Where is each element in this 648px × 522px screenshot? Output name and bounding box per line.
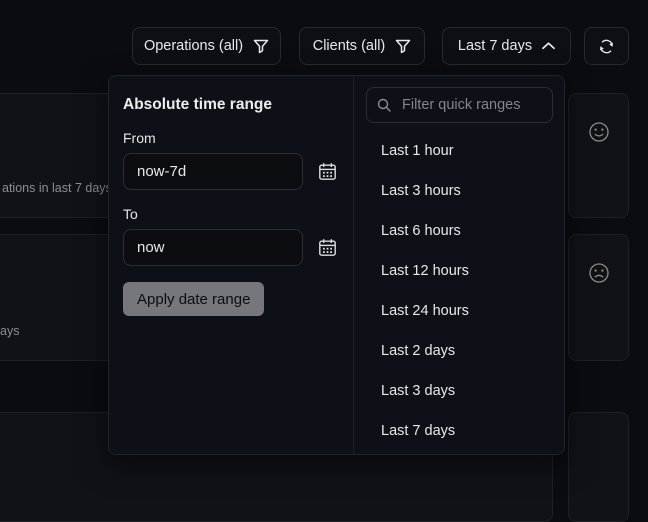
from-label: From: [123, 130, 339, 146]
to-label: To: [123, 206, 339, 222]
time-range-label: Last 7 days: [458, 38, 532, 54]
time-range-picker-button[interactable]: Last 7 days: [442, 27, 571, 65]
operations-filter-label: Operations (all): [144, 38, 243, 54]
clients-filter-label: Clients (all): [313, 38, 386, 54]
quick-range-option-last-1-hour[interactable]: Last 1 hour: [354, 131, 564, 171]
calendar-icon: [318, 169, 337, 184]
filter-funnel-icon: [395, 39, 411, 54]
refresh-icon: [598, 38, 615, 55]
quick-range-option-last-6-hours[interactable]: Last 6 hours: [354, 211, 564, 251]
stats-card-row1-caption: ations in last 7 days: [2, 181, 112, 195]
to-calendar-button[interactable]: [318, 238, 337, 257]
filter-funnel-icon: [253, 39, 269, 54]
quick-range-option-last-2-days[interactable]: Last 2 days: [354, 331, 564, 371]
from-calendar-button[interactable]: [318, 162, 337, 181]
status-card-row1: [568, 93, 629, 218]
chevron-up-icon: [542, 42, 555, 50]
absolute-time-range-section: Absolute time range From: [109, 76, 354, 454]
sad-face-icon: [588, 262, 610, 360]
status-card-row3: [568, 412, 629, 522]
happy-face-icon: [588, 121, 610, 217]
clients-filter-button[interactable]: Clients (all): [299, 27, 425, 65]
time-picker-panel: Absolute time range From: [108, 75, 565, 455]
operations-filter-button[interactable]: Operations (all): [132, 27, 281, 65]
quick-range-option-last-3-days[interactable]: Last 3 days: [354, 371, 564, 411]
apply-date-range-button[interactable]: Apply date range: [123, 282, 264, 316]
to-input[interactable]: [123, 229, 303, 266]
search-icon: [377, 98, 391, 112]
filter-quick-ranges-input[interactable]: [366, 87, 553, 123]
refresh-button[interactable]: [584, 27, 629, 65]
quick-range-option-last-7-days[interactable]: Last 7 days: [354, 411, 564, 451]
quick-ranges-section: Last 1 hour Last 3 hours Last 6 hours La…: [354, 76, 564, 454]
quick-range-option-last-12-hours[interactable]: Last 12 hours: [354, 251, 564, 291]
stats-card-row2-caption: ays: [0, 324, 19, 338]
absolute-time-range-title: Absolute time range: [123, 96, 339, 114]
calendar-icon: [318, 245, 337, 260]
quick-range-option-last-24-hours[interactable]: Last 24 hours: [354, 291, 564, 331]
status-card-row2: [568, 234, 629, 361]
quick-range-option-last-3-hours[interactable]: Last 3 hours: [354, 171, 564, 211]
from-input[interactable]: [123, 153, 303, 190]
quick-ranges-list: Last 1 hour Last 3 hours Last 6 hours La…: [354, 131, 564, 451]
